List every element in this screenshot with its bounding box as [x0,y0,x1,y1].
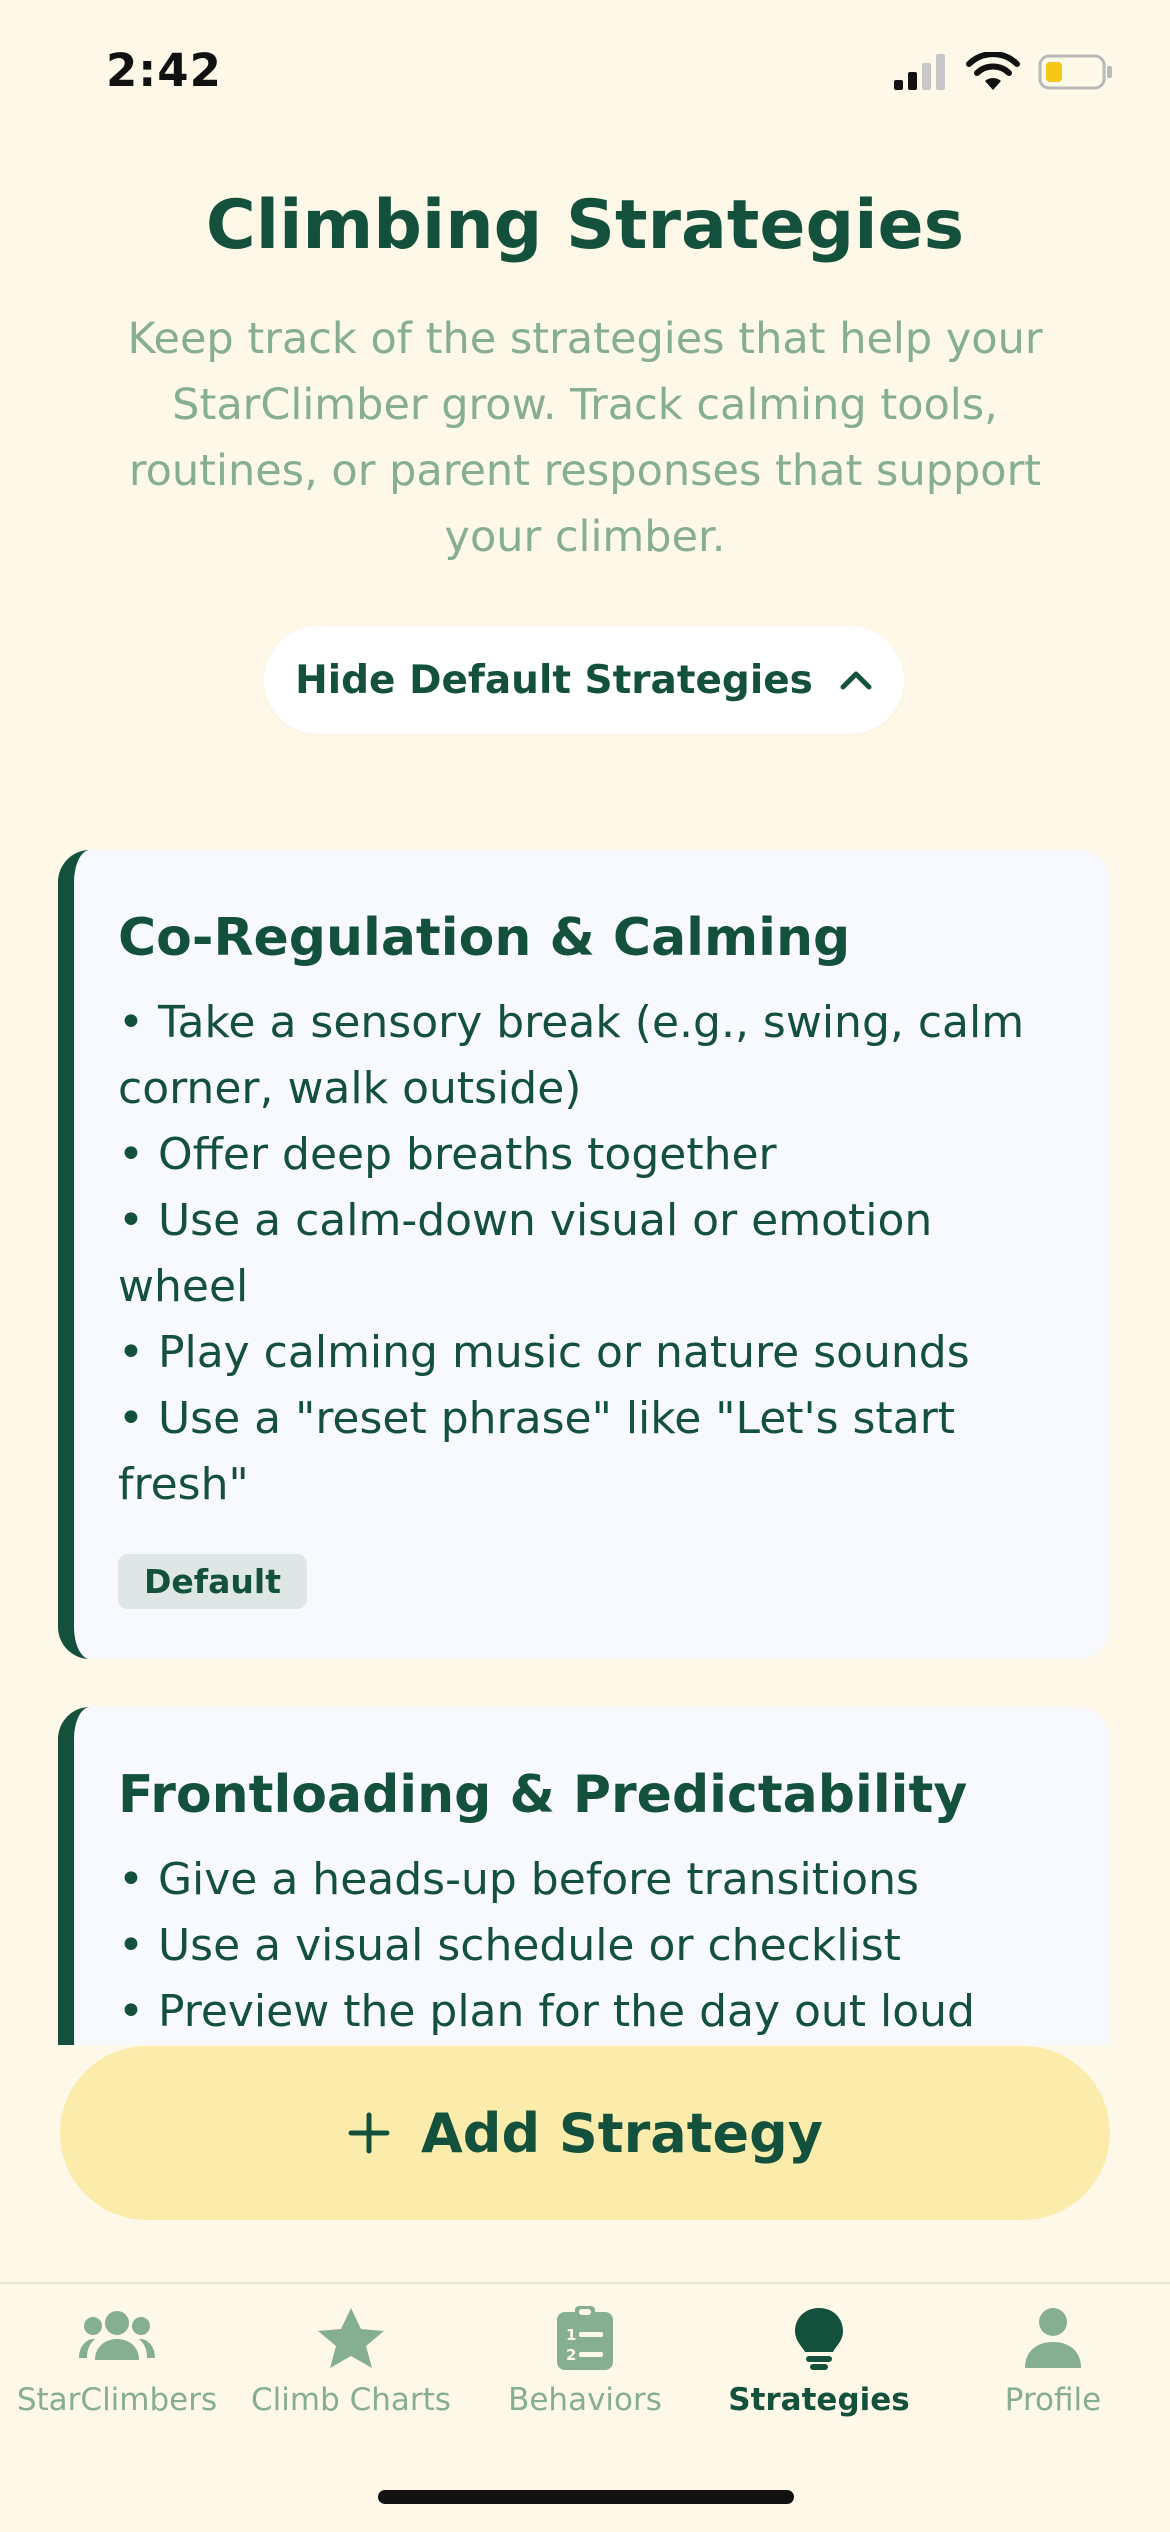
page-title: Climbing Strategies [205,186,965,265]
star-icon [318,2308,384,2368]
strategy-body: • Give a heads-up before transitions • U… [118,1854,975,2037]
plus-icon [348,2112,390,2154]
status-icons [892,52,1114,92]
tab-label: StarClimbers [16,2382,218,2418]
people-icon [79,2311,155,2360]
strategy-title: Frontloading & Predictability [118,1765,968,1825]
tab-label: Climb Charts [251,2382,451,2418]
tab-starclimbers[interactable]: StarClimbers [0,2306,234,2418]
strategy-title: Co-Regulation & Calming [118,908,851,968]
wifi-icon [966,52,1020,90]
lightbulb-icon [795,2308,843,2370]
svg-text:2: 2 [566,2346,576,2364]
tab-label: Profile [1004,2382,1102,2418]
strategy-card[interactable]: Co-Regulation & Calming • Take a sensory… [58,850,1110,1659]
toggle-label: Hide Default Strategies [295,657,813,703]
person-icon [1025,2308,1081,2368]
tab-climb-charts[interactable]: Climb Charts [234,2306,468,2418]
strategies-screen: 2:42 Climbing Strategies Keep track of t… [0,0,1170,2532]
add-strategy-button[interactable]: Add Strategy [60,2046,1110,2220]
status-bar: 2:42 [0,0,1170,140]
tab-behaviors[interactable]: 1 2 Behaviors [468,2306,702,2418]
tab-profile[interactable]: Profile [936,2306,1170,2418]
status-time: 2:42 [106,44,222,97]
tab-label: Strategies [728,2382,910,2418]
add-strategy-label: Add Strategy [421,2101,823,2165]
chevron-up-icon [840,671,872,690]
tab-label: Behaviors [508,2382,662,2418]
home-indicator [378,2490,794,2504]
cellular-signal-icon [894,54,945,90]
strategy-body: • Take a sensory break (e.g., swing, cal… [118,997,1025,1510]
default-badge: Default [118,1554,307,1609]
hide-default-strategies-button[interactable]: Hide Default Strategies [264,626,904,734]
tab-strategies[interactable]: Strategies [702,2306,936,2418]
page-subtitle: Keep track of the strategies that help y… [127,314,1043,562]
battery-icon [1038,54,1112,90]
strategy-card[interactable]: Frontloading & Predictability • Give a h… [58,1707,1110,2045]
clipboard-list-icon: 1 2 [557,2306,613,2370]
svg-text:1: 1 [566,2326,576,2344]
strategy-list[interactable]: Co-Regulation & Calming • Take a sensory… [58,850,1110,2045]
